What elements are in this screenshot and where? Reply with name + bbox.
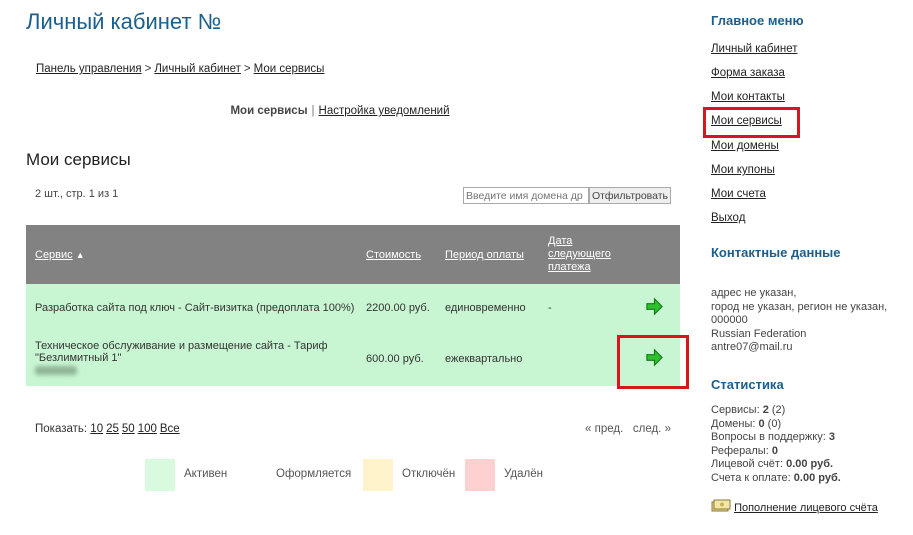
sidebar-item-order-form[interactable]: Форма заказа bbox=[711, 67, 785, 79]
highlight-frame-menu bbox=[703, 107, 800, 138]
breadcrumb: Панель управления > Личный кабинет > Мои сер… bbox=[36, 63, 325, 75]
contact-zip: 000000 bbox=[711, 314, 748, 326]
stat-due: Счета к оплате: 0.00 руб. bbox=[711, 471, 841, 484]
tab-notification-settings[interactable]: Настройка уведомлений bbox=[319, 105, 450, 117]
service-name-cell: Техническое обслуживание и размещение са… bbox=[26, 331, 357, 386]
go-arrow-icon[interactable] bbox=[645, 297, 664, 316]
col-cost[interactable]: Стоимость bbox=[357, 225, 436, 284]
page-size-pager: Показать: 10 25 50 100 Все bbox=[35, 423, 183, 435]
service-period: единовременно bbox=[436, 284, 539, 331]
legend-swatch-active bbox=[145, 459, 175, 491]
breadcrumb-account[interactable]: Личный кабинет bbox=[154, 63, 241, 75]
domain-filter-input[interactable] bbox=[463, 187, 589, 204]
stat-support: Вопросы в поддержку: 3 bbox=[711, 431, 835, 443]
col-cost-label[interactable]: Стоимость bbox=[366, 249, 421, 261]
service-cost: 600.00 руб. bbox=[357, 331, 436, 386]
legend-label-active: Активен bbox=[184, 468, 228, 480]
page-size-all[interactable]: Все bbox=[160, 423, 180, 435]
service-name: Техническое обслуживание и размещение са… bbox=[35, 339, 328, 364]
col-next-payment[interactable]: Дата следующего платежа bbox=[539, 225, 628, 284]
page-title: Личный кабинет № bbox=[26, 9, 222, 34]
topup-balance-link[interactable]: Пополнение лицевого счёта bbox=[734, 502, 878, 514]
legend-label-disabled: Отключён bbox=[402, 468, 456, 480]
sidebar-item-account[interactable]: Личный кабинет bbox=[711, 43, 798, 55]
legend-swatch-deleted bbox=[465, 459, 495, 491]
breadcrumb-my-services[interactable]: Мои сервисы bbox=[254, 63, 325, 75]
sidebar-item-logout[interactable]: Выход bbox=[711, 212, 745, 224]
services-table: Сервис ▲ Стоимость Период оплаты Дата сл… bbox=[26, 225, 680, 386]
service-name: Разработка сайта под ключ - Сайт-визитка… bbox=[26, 284, 357, 331]
breadcrumb-control-panel[interactable]: Панель управления bbox=[36, 63, 142, 75]
table-header-row: Сервис ▲ Стоимость Период оплаты Дата сл… bbox=[26, 225, 680, 284]
sidebar-item-invoices[interactable]: Мои счета bbox=[711, 188, 766, 200]
contact-info: адрес не указан, город не указан, регион… bbox=[711, 287, 887, 355]
page-size-10[interactable]: 10 bbox=[90, 423, 103, 435]
service-next-payment bbox=[539, 331, 628, 386]
stats-title: Статистика bbox=[711, 377, 784, 392]
prev-page-link[interactable]: « пред. bbox=[585, 423, 623, 435]
money-icon bbox=[711, 499, 731, 512]
sidebar-item-domains[interactable]: Мои домены bbox=[711, 140, 779, 152]
sidebar-item-contacts[interactable]: Мои контакты bbox=[711, 91, 785, 103]
col-actions bbox=[628, 225, 680, 284]
contact-email: antre07@mail.ru bbox=[711, 341, 793, 353]
filter-button[interactable]: Отфильтровать bbox=[589, 187, 671, 204]
main-menu-title: Главное меню bbox=[711, 13, 804, 28]
subtabs: Мои сервисы | Настройка уведомлений bbox=[230, 105, 450, 117]
page-size-25[interactable]: 25 bbox=[106, 423, 119, 435]
contacts-title: Контактные данные bbox=[711, 245, 841, 260]
stat-balance: Лицевой счёт: 0.00 руб. bbox=[711, 458, 834, 470]
contact-country: Russian Federation bbox=[711, 327, 807, 340]
table-row: Разработка сайта под ключ - Сайт-визитка… bbox=[26, 284, 680, 331]
next-page-link[interactable]: след. » bbox=[633, 423, 671, 435]
service-cost: 2200.00 руб. bbox=[357, 284, 436, 331]
row-action-cell bbox=[628, 284, 680, 331]
section-title: Мои сервисы bbox=[26, 150, 131, 169]
col-next-payment-label[interactable]: Дата следующего платежа bbox=[548, 235, 611, 273]
topup-row: Пополнение лицевого счёта bbox=[711, 499, 878, 514]
col-period-label[interactable]: Период оплаты bbox=[445, 249, 524, 261]
stat-domains: Домены: 0 (0) bbox=[711, 417, 782, 430]
sidebar-item-coupons[interactable]: Мои купоны bbox=[711, 164, 775, 176]
legend-label-deleted: Удалён bbox=[504, 468, 543, 480]
pager-label: Показать: bbox=[35, 423, 88, 435]
stat-referrals: Рефералы: 0 bbox=[711, 444, 778, 457]
contact-city: город не указан, регион не указан, bbox=[711, 300, 888, 313]
service-period: ежеквартально bbox=[436, 331, 539, 386]
items-count: 2 шт., стр. 1 из 1 bbox=[35, 188, 119, 200]
highlight-frame-arrow bbox=[617, 335, 689, 389]
stats-list: Сервисы: 2 (2) Домены: 0 (0) Вопросы в п… bbox=[711, 404, 841, 485]
col-service[interactable]: Сервис ▲ bbox=[26, 225, 357, 284]
blurred-domain bbox=[35, 365, 77, 375]
col-service-label[interactable]: Сервис bbox=[35, 249, 73, 261]
stat-services: Сервисы: 2 (2) bbox=[711, 404, 786, 416]
contact-address: адрес не указан, bbox=[711, 287, 797, 299]
page-size-100[interactable]: 100 bbox=[138, 423, 157, 435]
page-size-50[interactable]: 50 bbox=[122, 423, 135, 435]
legend-swatch-disabled bbox=[363, 459, 393, 491]
col-period[interactable]: Период оплаты bbox=[436, 225, 539, 284]
legend-label-processing: Оформляется bbox=[276, 468, 352, 480]
table-row: Техническое обслуживание и размещение са… bbox=[26, 331, 680, 386]
sort-asc-icon: ▲ bbox=[75, 249, 85, 260]
tab-my-services: Мои сервисы bbox=[230, 105, 308, 117]
prev-next: « пред. след. » bbox=[585, 423, 671, 435]
service-next-payment: - bbox=[539, 284, 628, 331]
